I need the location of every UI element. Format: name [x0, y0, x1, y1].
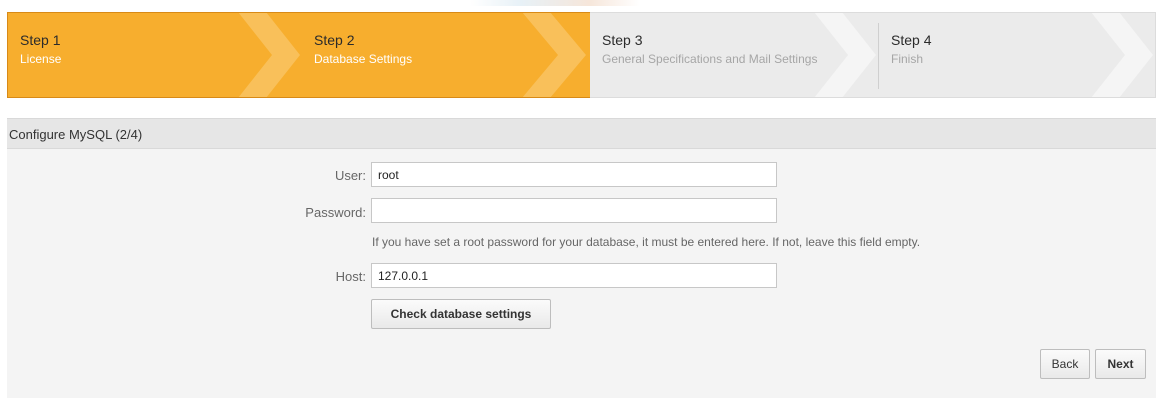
panel-header: Configure MySQL (2/4): [7, 118, 1156, 149]
check-database-settings-button[interactable]: Check database settings: [371, 299, 551, 329]
next-button[interactable]: Next: [1095, 349, 1146, 379]
step-1-number: Step 1: [20, 32, 61, 48]
password-hint: If you have set a root password for your…: [372, 235, 921, 249]
user-label: User:: [334, 168, 366, 183]
step-4[interactable]: Step 4 Finish: [879, 12, 1156, 98]
step-chevron-icon: [238, 13, 300, 97]
step-2-label: Database Settings: [314, 52, 413, 66]
step-3[interactable]: Step 3 General Specifications and Mail S…: [590, 12, 879, 98]
step-chevron-icon: [522, 13, 586, 97]
host-label: Host:: [335, 269, 366, 284]
step-2-number: Step 2: [314, 32, 355, 48]
user-input[interactable]: [371, 162, 777, 187]
step-3-label: General Specifications and Mail Settings: [602, 52, 818, 66]
step-2[interactable]: Step 2 Database Settings: [302, 12, 590, 98]
panel-title: Configure MySQL (2/4): [9, 127, 143, 142]
password-input[interactable]: [371, 198, 777, 223]
wizard-steps: Step 1 License Step 2 Database Settings …: [7, 12, 1156, 98]
step-3-number: Step 3: [602, 32, 643, 48]
password-label: Password:: [305, 205, 366, 220]
step-1-label: License: [20, 52, 62, 66]
back-button[interactable]: Back: [1040, 349, 1090, 379]
step-4-label: Finish: [891, 52, 924, 66]
step-chevron-icon: [1091, 13, 1153, 97]
configure-panel: Configure MySQL (2/4) User: Password: If…: [7, 118, 1156, 398]
step-chevron-icon: [814, 13, 876, 97]
step-1[interactable]: Step 1 License: [7, 12, 302, 98]
step-4-number: Step 4: [891, 32, 932, 48]
host-input[interactable]: [371, 263, 777, 288]
top-strip: [0, 0, 1156, 12]
